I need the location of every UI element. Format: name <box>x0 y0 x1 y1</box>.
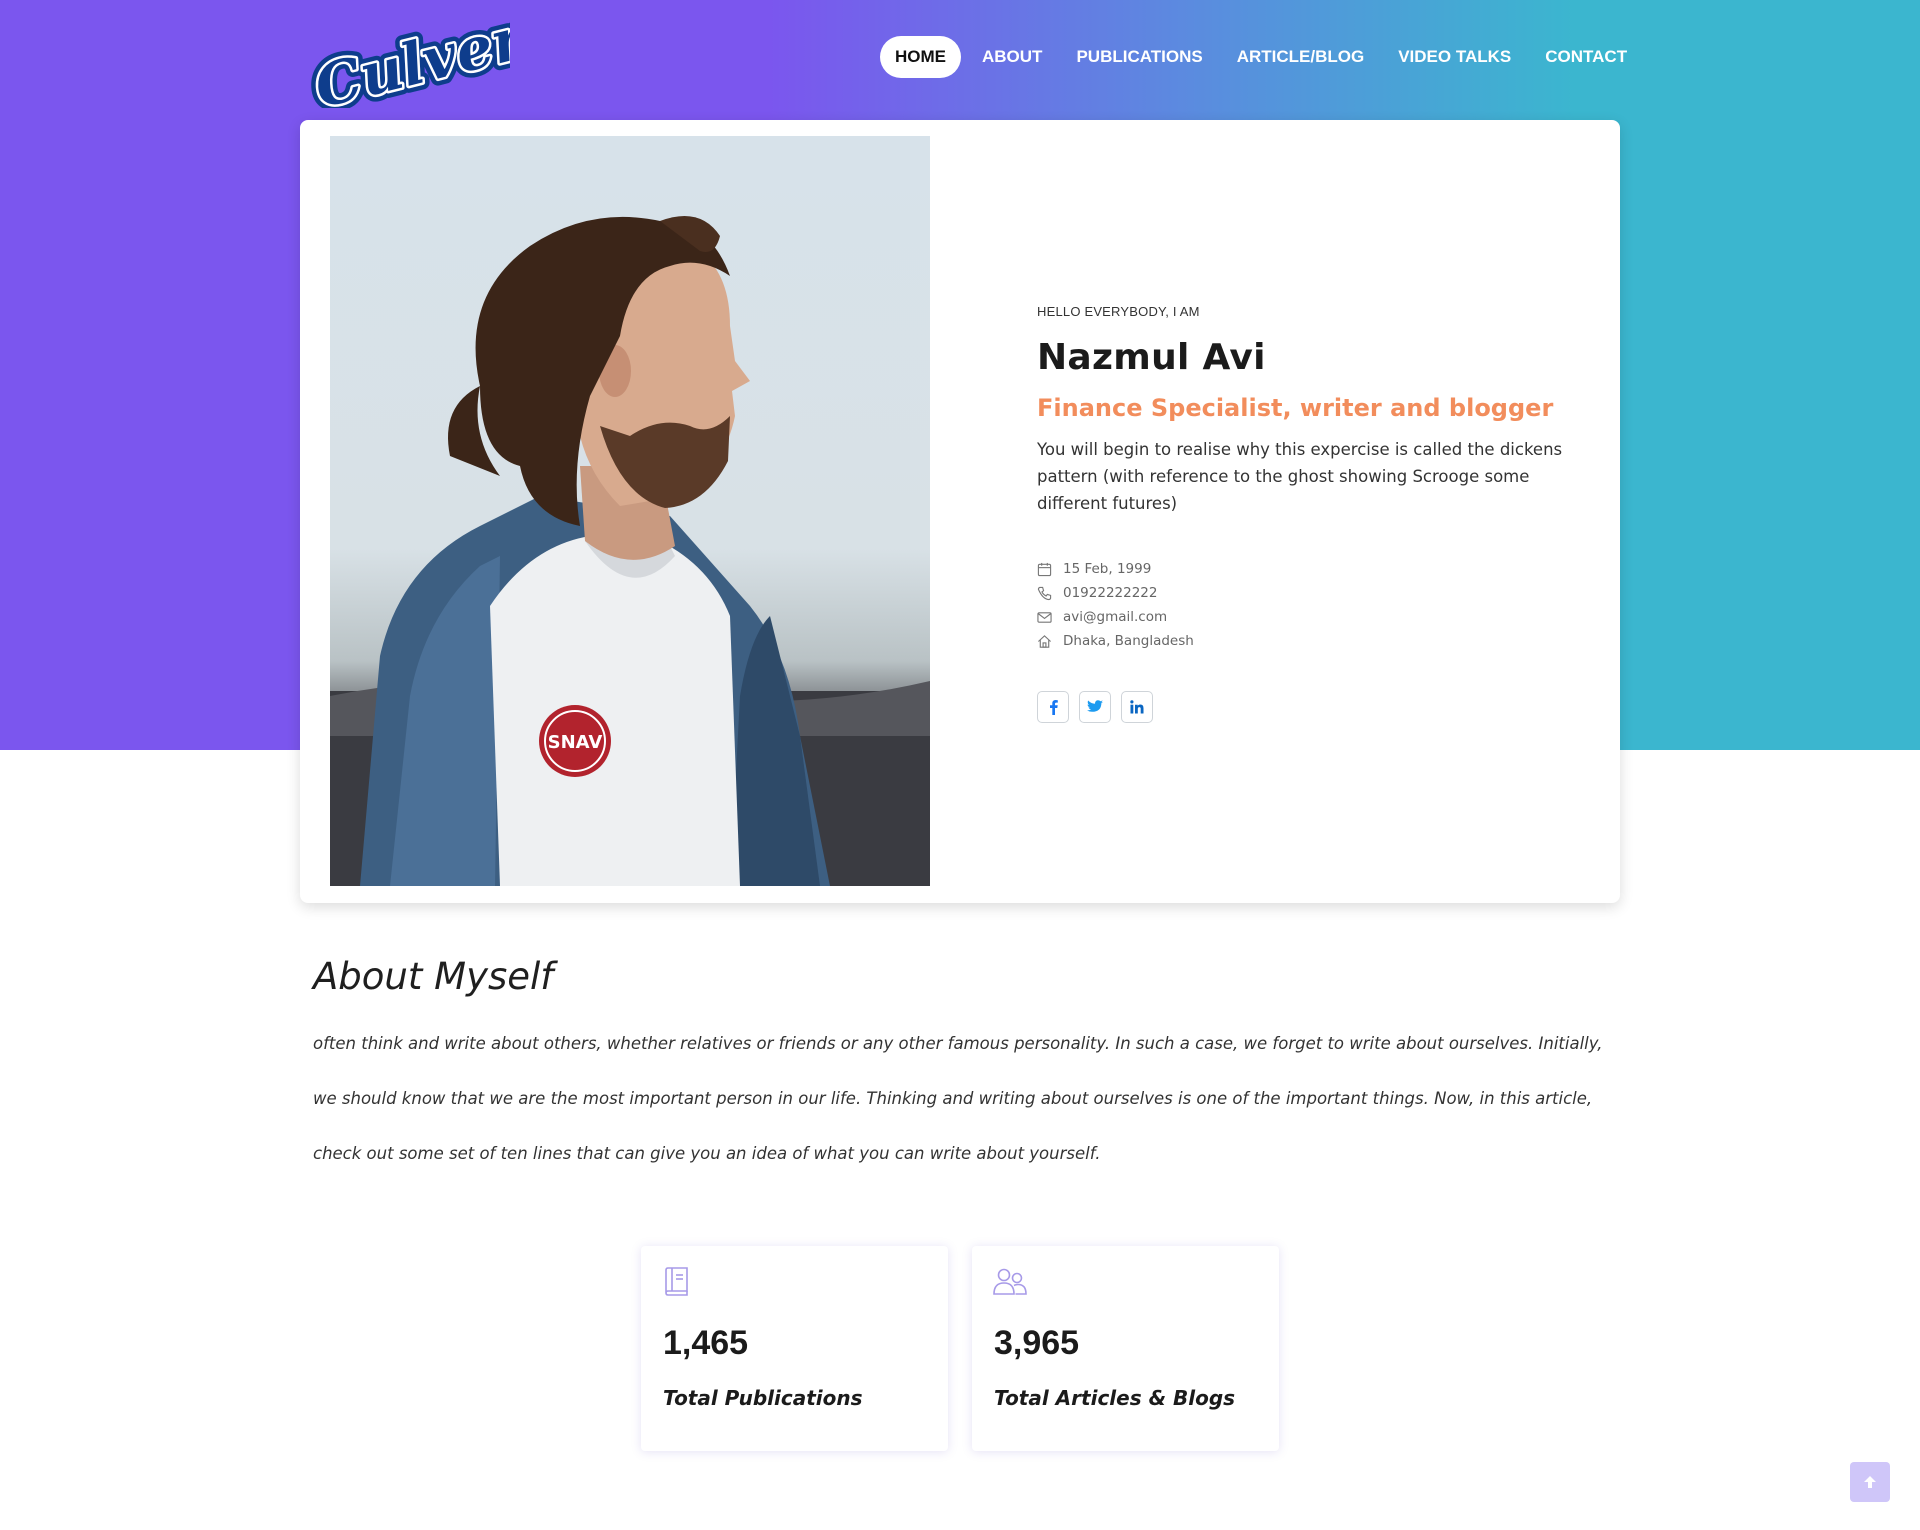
svg-text:SNAV: SNAV <box>548 732 603 753</box>
nav-contact[interactable]: CONTACT <box>1528 36 1644 78</box>
phone-text[interactable]: 01922222222 <box>1063 585 1157 601</box>
book-icon <box>661 1266 693 1298</box>
users-icon <box>992 1266 1027 1298</box>
facebook-button[interactable] <box>1037 691 1069 723</box>
profile-name: Nazmul Avi <box>1037 337 1266 378</box>
brand-logo[interactable]: Culver's Culver's Culver's <box>300 0 586 128</box>
linkedin-icon <box>1130 700 1144 714</box>
nav-about[interactable]: ABOUT <box>965 36 1059 78</box>
about-text: often think and write about others, whet… <box>313 1034 1603 1163</box>
address-text: Dhaka, Bangladesh <box>1063 633 1194 649</box>
nav-video-talks[interactable]: VIDEO TALKS <box>1381 36 1528 78</box>
birthday-text: 15 Feb, 1999 <box>1063 561 1152 577</box>
calendar-icon <box>1037 561 1063 577</box>
twitter-button[interactable] <box>1079 691 1111 723</box>
profile-info: HELLO EVERYBODY, I AM Nazmul Avi Finance… <box>1037 304 1597 723</box>
profile-bio: You will begin to realise why this exper… <box>1037 440 1563 513</box>
nav-publications[interactable]: PUBLICATIONS <box>1059 36 1219 78</box>
back-to-top-button[interactable] <box>1850 1462 1890 1502</box>
arrow-up-icon <box>1864 1476 1876 1488</box>
social-links <box>1037 691 1597 723</box>
facebook-icon <box>1050 700 1058 715</box>
detail-phone: 01922222222 <box>1037 581 1597 605</box>
main-nav: HOME ABOUT PUBLICATIONS ARTICLE/BLOG VID… <box>880 36 1644 78</box>
envelope-icon <box>1037 609 1063 625</box>
site-header: Culver's Culver's Culver's HOME ABOUT PU… <box>0 0 1920 128</box>
stat-card-publications: 1,465 Total Publications <box>641 1246 948 1451</box>
email-text[interactable]: avi@gmail.com <box>1063 609 1167 625</box>
twitter-icon <box>1087 700 1103 712</box>
detail-email: avi@gmail.com <box>1037 605 1597 629</box>
detail-address: Dhaka, Bangladesh <box>1037 629 1597 653</box>
detail-birthday: 15 Feb, 1999 <box>1037 557 1597 581</box>
stats-section: 1,465 Total Publications 3,965 Total Art… <box>641 1246 1279 1451</box>
stat-card-articles: 3,965 Total Articles & Blogs <box>972 1246 1279 1451</box>
about-section: About Myself often think and write about… <box>313 955 1613 1181</box>
home-icon <box>1037 633 1063 649</box>
stat-label: Total Articles & Blogs <box>994 1386 1236 1410</box>
profile-role: Finance Specialist, writer and blogger <box>1037 394 1554 422</box>
linkedin-button[interactable] <box>1121 691 1153 723</box>
profile-photo: SNAV <box>330 136 930 886</box>
contact-details: 15 Feb, 1999 01922222222 avi@gmail.com D… <box>1037 557 1597 653</box>
about-title: About Myself <box>313 955 554 998</box>
svg-text:Culver's: Culver's <box>308 12 510 108</box>
nav-article-blog[interactable]: ARTICLE/BLOG <box>1220 36 1382 78</box>
stat-value: 1,465 <box>663 1324 749 1362</box>
phone-icon <box>1037 585 1063 601</box>
profile-card: SNAV HELLO EVERYBODY, I AM Nazmul Avi Fi… <box>300 120 1620 903</box>
greeting-text: HELLO EVERYBODY, I AM <box>1037 304 1200 319</box>
nav-home[interactable]: HOME <box>880 36 961 78</box>
stat-value: 3,965 <box>994 1324 1080 1362</box>
stat-label: Total Publications <box>663 1386 863 1410</box>
